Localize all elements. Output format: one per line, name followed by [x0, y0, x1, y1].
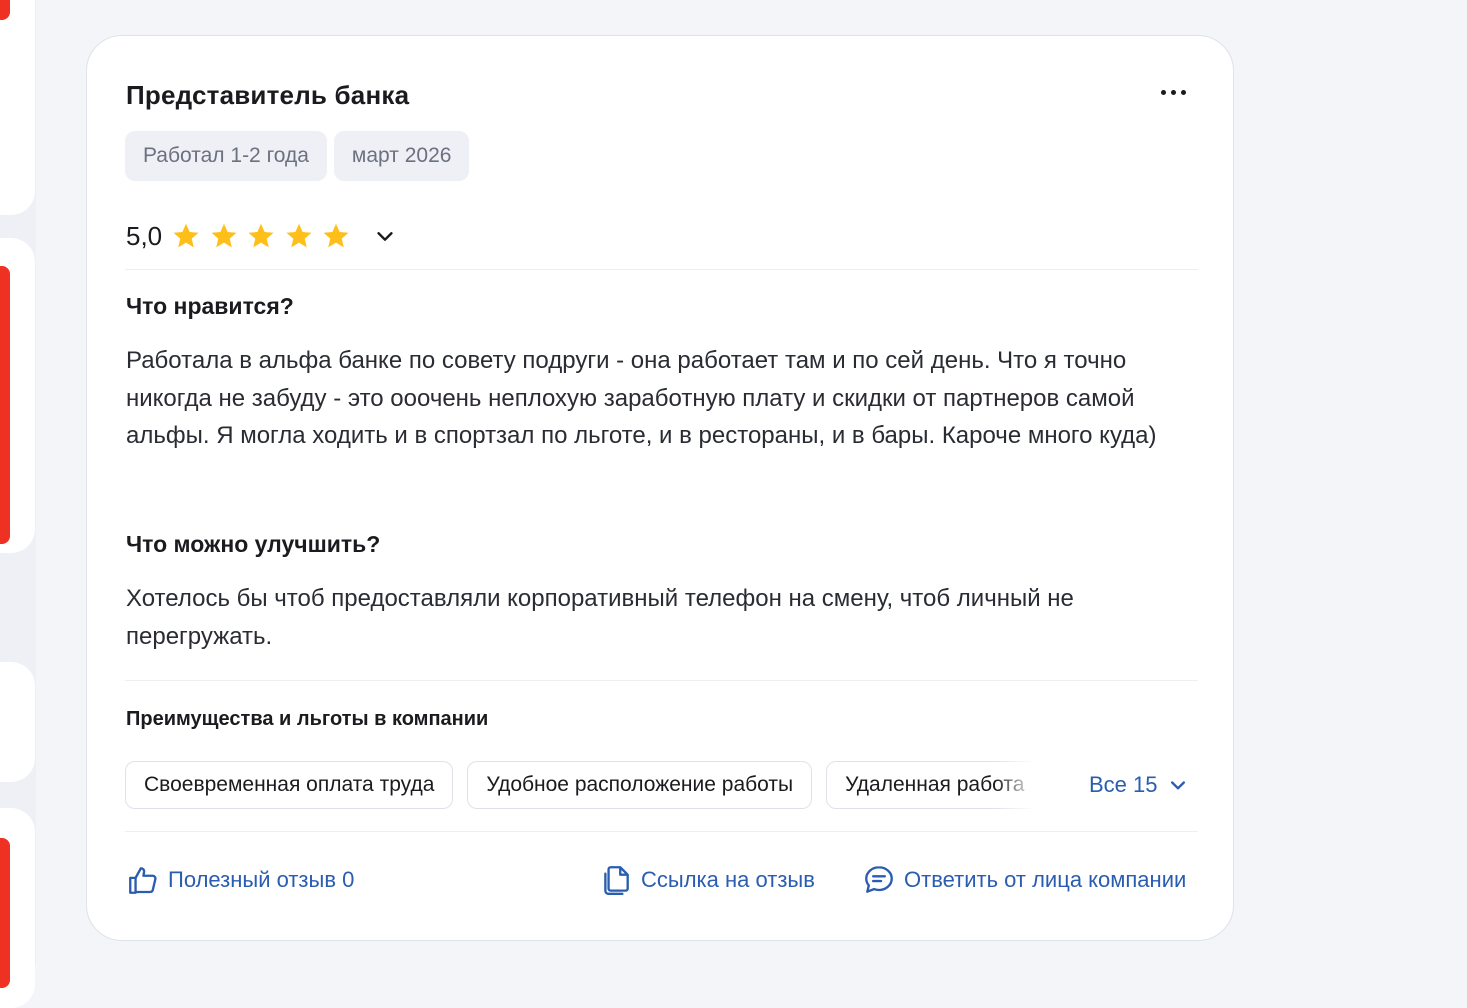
rating-value: 5,0	[126, 220, 163, 251]
improve-title: Что можно улучшить?	[126, 531, 381, 557]
chips-fade-overlay	[995, 761, 1035, 811]
benefits-chips: Своевременная оплата труда Удобное распо…	[125, 761, 1035, 811]
benefits-title: Преимущества и льготы в компании	[126, 708, 489, 730]
divider	[125, 269, 1198, 270]
more-icon-dot	[1180, 89, 1186, 95]
left-card-2	[0, 238, 35, 553]
helpful-button[interactable]: Полезный отзыв 0	[126, 858, 354, 902]
left-card-4	[0, 808, 35, 1008]
reply-label: Ответить от лица компании	[904, 867, 1187, 892]
rating-row: 5,0	[126, 216, 396, 256]
all-benefits-button[interactable]: Все 15	[1089, 772, 1188, 798]
chevron-down-icon[interactable]	[374, 225, 396, 247]
left-card-3	[0, 662, 35, 782]
more-options-button[interactable]	[1155, 80, 1191, 104]
chevron-down-icon	[1170, 781, 1185, 790]
thumbs-up-icon	[129, 867, 157, 894]
likes-text: Работала в альфа банке по совету подруги…	[126, 347, 1157, 449]
more-icon-dot	[1160, 89, 1166, 95]
left-card-red-accent	[0, 838, 10, 988]
copy-link-icon	[604, 866, 629, 895]
review-link-label: Ссылка на отзыв	[641, 867, 815, 892]
helpful-label: Полезный отзыв 0	[168, 867, 355, 892]
likes-title: Что нравится?	[126, 293, 294, 319]
divider	[125, 680, 1198, 681]
improve-text: Хотелось бы чтоб предоставляли корпорати…	[126, 585, 1074, 650]
star-icon	[286, 223, 312, 248]
all-benefits-label: Все 15	[1089, 772, 1158, 797]
review-card: Представитель банка Работал 1-2 года мар…	[86, 35, 1234, 941]
left-card-1	[0, 0, 35, 215]
benefit-chip[interactable]: Удобное расположение работы	[467, 761, 813, 809]
left-card-red-accent	[0, 266, 10, 544]
review-author-title: Представитель банка	[126, 80, 410, 110]
reply-as-company-button[interactable]: Ответить от лица компании	[862, 858, 1186, 902]
star-icon	[248, 223, 274, 248]
divider	[125, 831, 1198, 832]
benefit-chip[interactable]: Своевременная оплата труда	[125, 761, 454, 809]
star-icon	[211, 223, 237, 248]
tag-work-duration: Работал 1-2 года	[125, 131, 327, 181]
chat-bubble-icon	[865, 866, 893, 893]
left-sidebar-strip	[0, 0, 36, 1008]
review-tags: Работал 1-2 года март 2026	[125, 131, 470, 181]
review-link-button[interactable]: Ссылка на отзыв	[599, 858, 815, 902]
review-actions: Полезный отзыв 0 Ссылка на отзыв Ответит…	[126, 858, 1199, 902]
star-icon	[173, 223, 199, 248]
star-icon	[323, 223, 349, 248]
more-icon-dot	[1170, 89, 1176, 95]
left-card-red-accent	[0, 0, 10, 20]
tag-review-date: март 2026	[333, 131, 470, 181]
